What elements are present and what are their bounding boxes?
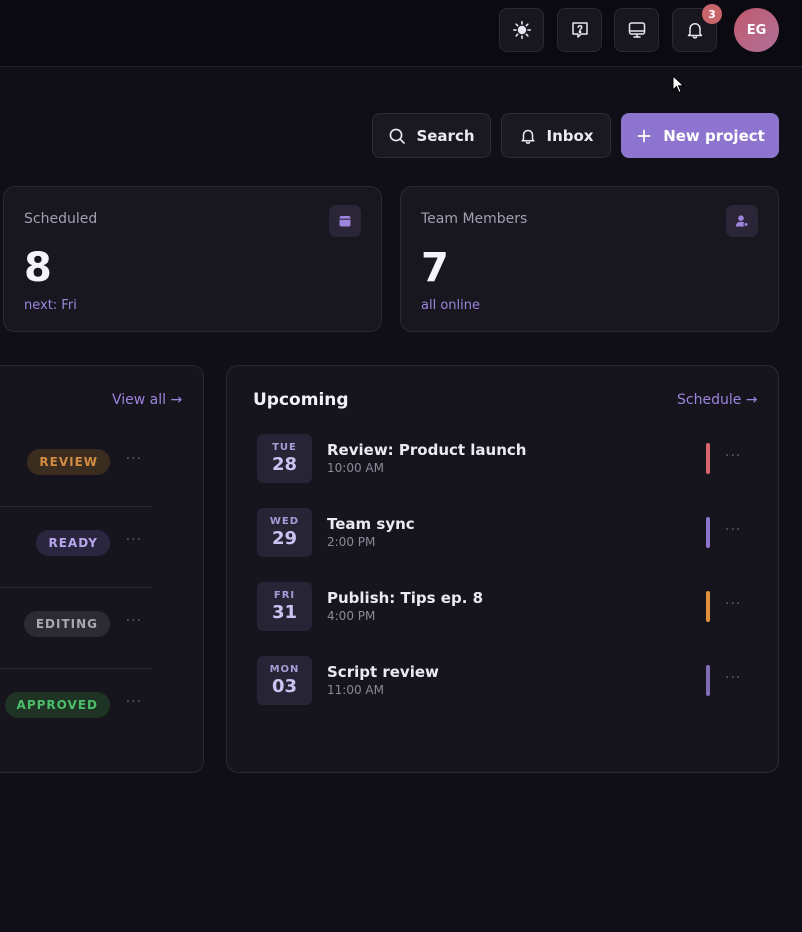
event-color-bar [706, 591, 710, 622]
projects-panel: View all → REVIEW ··· READY ··· EDITING … [0, 365, 204, 773]
event-color-bar [706, 517, 710, 548]
notifications-button[interactable]: 3 [672, 4, 722, 52]
question-icon [571, 22, 588, 38]
more-options-icon[interactable]: ··· [126, 532, 142, 548]
event-day: 28 [271, 454, 298, 475]
event-weekday: MON [269, 664, 300, 675]
more-options-icon[interactable]: ··· [725, 522, 741, 538]
stat-value: 8 [24, 245, 52, 291]
event-day: 31 [271, 602, 298, 623]
status-badge: READY [36, 530, 110, 556]
sun-icon [512, 20, 531, 40]
stat-subtext: next: Fri [24, 298, 77, 313]
stat-value: 7 [421, 245, 449, 291]
event-item[interactable]: MON 03 Script review 11:00 AM ··· [257, 656, 747, 706]
theme-toggle-button[interactable] [499, 8, 544, 52]
project-row[interactable]: READY ··· [0, 507, 152, 588]
more-options-icon[interactable]: ··· [126, 694, 142, 710]
notification-count-badge: 3 [702, 4, 722, 24]
status-badge: REVIEW [27, 449, 110, 475]
status-badge: EDITING [23, 611, 110, 637]
event-date: MON 03 [257, 656, 312, 705]
search-button[interactable]: Search [372, 113, 491, 158]
event-time: 11:00 AM [327, 683, 384, 697]
help-button[interactable] [557, 8, 602, 52]
event-item[interactable]: TUE 28 Review: Product launch 10:00 AM ·… [257, 434, 747, 484]
event-date: WED 29 [257, 508, 312, 557]
more-options-icon[interactable]: ··· [126, 613, 142, 629]
stat-card-scheduled: Scheduled 8 next: Fri [3, 186, 382, 332]
display-button[interactable] [614, 8, 659, 52]
event-weekday: WED [269, 516, 300, 527]
project-row[interactable]: APPROVED ··· [0, 669, 152, 750]
view-all-link[interactable]: View all → [112, 392, 182, 408]
panel-title: Upcoming [253, 390, 349, 410]
event-weekday: TUE [272, 442, 297, 453]
event-item[interactable]: WED 29 Team sync 2:00 PM ··· [257, 508, 747, 558]
stat-label: Scheduled [24, 211, 98, 227]
event-item[interactable]: FRI 31 Publish: Tips ep. 8 4:00 PM ··· [257, 582, 747, 632]
monitor-icon [628, 22, 645, 38]
bell-icon [520, 129, 535, 144]
schedule-link[interactable]: Schedule → [677, 392, 758, 408]
plus-icon [637, 129, 651, 142]
more-options-icon[interactable]: ··· [126, 451, 142, 467]
stat-label: Team Members [421, 211, 528, 227]
event-day: 03 [271, 676, 298, 697]
event-color-bar [706, 443, 710, 474]
event-time: 2:00 PM [327, 535, 376, 549]
event-title: Team sync [327, 515, 415, 533]
calendar-icon [329, 205, 361, 237]
event-color-bar [706, 665, 710, 696]
event-weekday: FRI [273, 590, 296, 601]
bell-icon [687, 23, 702, 39]
event-title: Script review [327, 663, 439, 681]
top-bar: 3 EG [0, 0, 802, 67]
inbox-button[interactable]: Inbox [501, 113, 611, 158]
user-avatar[interactable]: EG [734, 8, 779, 52]
inbox-button-label: Inbox [546, 126, 594, 145]
stat-subtext: all online [421, 298, 480, 313]
event-title: Review: Product launch [327, 441, 527, 459]
upcoming-panel: Upcoming Schedule → TUE 28 Review: Produ… [226, 365, 779, 773]
event-date: FRI 31 [257, 582, 312, 631]
new-project-button[interactable]: New project [621, 113, 779, 158]
stat-card-team-members: Team Members 7 all online [400, 186, 779, 332]
mouse-cursor-icon [672, 75, 685, 94]
more-options-icon[interactable]: ··· [725, 670, 741, 686]
more-options-icon[interactable]: ··· [725, 448, 741, 464]
search-button-label: Search [416, 126, 475, 145]
event-day: 29 [271, 528, 298, 549]
search-icon [390, 128, 406, 144]
event-time: 4:00 PM [327, 609, 376, 623]
event-date: TUE 28 [257, 434, 312, 483]
user-icon [726, 205, 758, 237]
project-row[interactable]: EDITING ··· [0, 588, 152, 669]
event-title: Publish: Tips ep. 8 [327, 589, 484, 607]
project-row[interactable]: REVIEW ··· [0, 426, 152, 507]
new-project-button-label: New project [663, 126, 765, 145]
more-options-icon[interactable]: ··· [725, 596, 741, 612]
event-time: 10:00 AM [327, 461, 384, 475]
status-badge: APPROVED [4, 692, 110, 718]
